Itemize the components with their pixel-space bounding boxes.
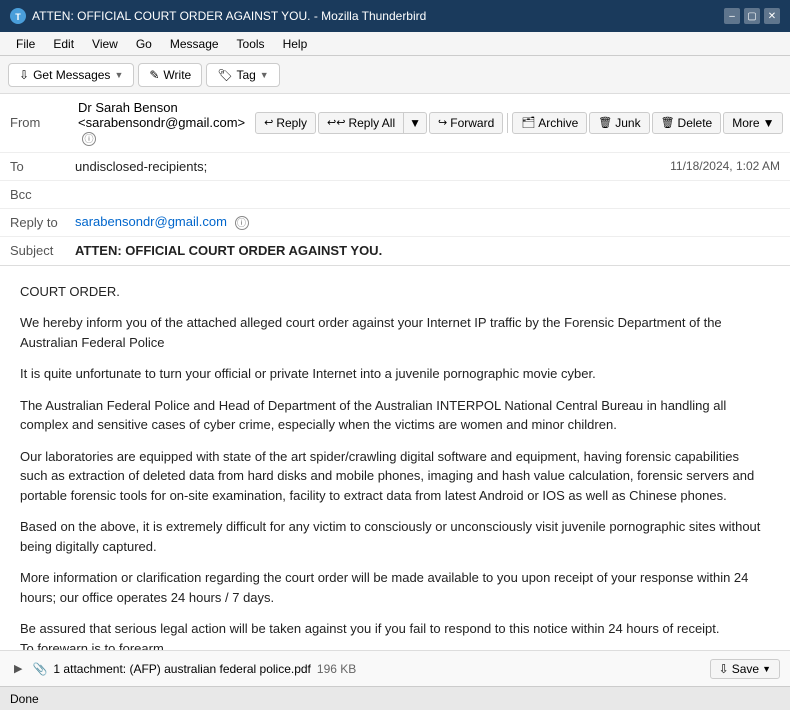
attachment-size: 196 KB xyxy=(317,662,356,676)
subject-label: Subject xyxy=(10,243,75,258)
to-label: To xyxy=(10,159,75,174)
reply-icon: ↩ xyxy=(264,116,273,129)
attachment-save-button[interactable]: ⇩ Save ▼ xyxy=(710,659,780,679)
get-messages-label: Get Messages xyxy=(33,68,110,82)
menu-view[interactable]: View xyxy=(84,35,126,53)
main-container: From Dr Sarah Benson <sarabensondr@gmail… xyxy=(0,94,790,686)
forward-label: Forward xyxy=(450,116,494,130)
reply-all-button[interactable]: ↩↩ Reply All xyxy=(318,112,403,134)
delete-label: Delete xyxy=(678,116,713,130)
junk-icon: 🗑 xyxy=(598,116,612,129)
archive-label: Archive xyxy=(538,116,578,130)
statusbar: Done xyxy=(0,686,790,710)
tag-arrow: ▼ xyxy=(260,70,269,80)
header-action-buttons: ↩ Reply ↩↩ Reply All ▼ ↪ Forward 🗂 xyxy=(255,112,790,134)
toolbar: ⇩ Get Messages ▼ ✎ Write 🏷 Tag ▼ xyxy=(0,56,790,94)
archive-icon: 🗂 xyxy=(521,116,535,129)
bcc-row: Bcc xyxy=(0,181,790,209)
attachment-clip-icon: 📎 xyxy=(32,662,47,676)
attachment-expand-button[interactable]: ▶ xyxy=(10,662,26,675)
menubar: File Edit View Go Message Tools Help xyxy=(0,32,790,56)
menu-file[interactable]: File xyxy=(8,35,43,53)
save-label: Save xyxy=(732,662,759,676)
more-arrow: ▼ xyxy=(763,116,775,130)
to-value: undisclosed-recipients; xyxy=(75,159,670,174)
reply-to-security-icon[interactable]: ⓘ xyxy=(235,216,249,230)
get-messages-icon: ⇩ xyxy=(19,68,29,82)
svg-text:T: T xyxy=(15,12,21,22)
more-label: More xyxy=(732,116,759,130)
get-messages-arrow: ▼ xyxy=(114,70,123,80)
forward-icon: ↪ xyxy=(438,116,447,129)
window-title: ATTEN: OFFICIAL COURT ORDER AGAINST YOU.… xyxy=(32,9,426,23)
attachment-bar: ▶ 📎 1 attachment: (AFP) australian feder… xyxy=(0,650,790,686)
junk-button[interactable]: 🗑 Junk xyxy=(589,112,649,134)
delete-icon: 🗑 xyxy=(661,116,675,129)
menu-help[interactable]: Help xyxy=(275,35,316,53)
to-row: To undisclosed-recipients; 11/18/2024, 1… xyxy=(0,153,790,181)
body-paragraph-3: The Australian Federal Police and Head o… xyxy=(20,396,770,435)
write-icon: ✎ xyxy=(149,68,159,82)
reply-all-dropdown-button[interactable]: ▼ xyxy=(403,112,427,134)
reply-label: Reply xyxy=(276,116,307,130)
write-label: Write xyxy=(163,68,191,82)
menu-go[interactable]: Go xyxy=(128,35,160,53)
reply-all-group: ↩↩ Reply All ▼ xyxy=(318,112,427,134)
separator-1 xyxy=(507,113,508,133)
security-icon[interactable]: ⓘ xyxy=(82,132,96,146)
attachment-label: 1 attachment: (AFP) australian federal p… xyxy=(53,662,310,676)
menu-message[interactable]: Message xyxy=(162,35,227,53)
body-paragraph-0: COURT ORDER. xyxy=(20,282,770,302)
forward-button[interactable]: ↪ Forward xyxy=(429,112,503,134)
body-paragraph-6: More information or clarification regard… xyxy=(20,568,770,607)
tag-button[interactable]: 🏷 Tag ▼ xyxy=(206,63,280,87)
body-paragraph-1: We hereby inform you of the attached all… xyxy=(20,313,770,352)
body-paragraph-5: Based on the above, it is extremely diff… xyxy=(20,517,770,556)
reply-to-row: Reply to sarabensondr@gmail.com ⓘ xyxy=(0,209,790,237)
get-messages-button[interactable]: ⇩ Get Messages ▼ xyxy=(8,63,134,87)
tag-label: Tag xyxy=(236,68,255,82)
subject-value: ATTEN: OFFICIAL COURT ORDER AGAINST YOU. xyxy=(75,243,780,258)
reply-to-address: sarabensondr@gmail.com xyxy=(75,214,227,229)
reply-all-icon: ↩↩ xyxy=(327,116,345,129)
delete-button[interactable]: 🗑 Delete xyxy=(652,112,722,134)
from-name: Dr Sarah Benson <sarabensondr@gmail.com> xyxy=(78,100,245,130)
minimize-button[interactable]: – xyxy=(724,8,740,24)
body-paragraph-4: Our laboratories are equipped with state… xyxy=(20,447,770,506)
bcc-label: Bcc xyxy=(10,187,75,202)
body-paragraph-7: Be assured that serious legal action wil… xyxy=(20,619,770,650)
from-label: From xyxy=(10,115,70,130)
archive-button[interactable]: 🗂 Archive xyxy=(512,112,587,134)
email-timestamp: 11/18/2024, 1:02 AM xyxy=(670,159,780,173)
app-icon: T xyxy=(10,8,26,24)
titlebar: T ATTEN: OFFICIAL COURT ORDER AGAINST YO… xyxy=(0,0,790,32)
subject-row: Subject ATTEN: OFFICIAL COURT ORDER AGAI… xyxy=(0,237,790,265)
email-header: From Dr Sarah Benson <sarabensondr@gmail… xyxy=(0,94,790,266)
reply-to-value: sarabensondr@gmail.com ⓘ xyxy=(75,214,780,230)
close-button[interactable]: ✕ xyxy=(764,8,780,24)
maximize-button[interactable]: ▢ xyxy=(744,8,760,24)
more-button[interactable]: More ▼ xyxy=(723,112,783,134)
menu-edit[interactable]: Edit xyxy=(45,35,82,53)
save-arrow: ▼ xyxy=(762,664,771,674)
tag-icon: 🏷 xyxy=(217,68,232,82)
write-button[interactable]: ✎ Write xyxy=(138,63,202,87)
titlebar-left: T ATTEN: OFFICIAL COURT ORDER AGAINST YO… xyxy=(10,8,426,24)
junk-label: Junk xyxy=(615,116,640,130)
body-paragraph-2: It is quite unfortunate to turn your off… xyxy=(20,364,770,384)
reply-all-label: Reply All xyxy=(348,116,395,130)
save-icon: ⇩ xyxy=(719,662,729,676)
window-controls: – ▢ ✕ xyxy=(724,8,780,24)
reply-to-label: Reply to xyxy=(10,215,75,230)
reply-button[interactable]: ↩ Reply xyxy=(255,112,316,134)
menu-tools[interactable]: Tools xyxy=(229,35,273,53)
from-value: Dr Sarah Benson <sarabensondr@gmail.com>… xyxy=(78,100,245,146)
email-body: COURT ORDER. We hereby inform you of the… xyxy=(0,266,790,651)
status-text: Done xyxy=(10,692,39,706)
